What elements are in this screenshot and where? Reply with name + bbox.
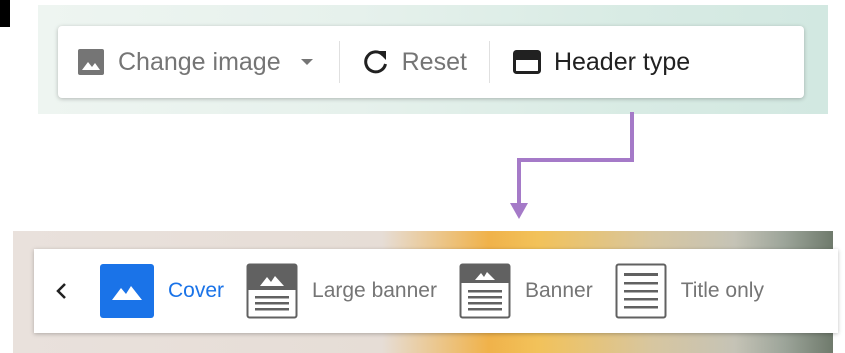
option-banner[interactable]: Banner — [459, 263, 593, 319]
option-label-cover: Cover — [168, 279, 225, 302]
option-cover[interactable]: Cover — [100, 264, 224, 318]
title-only-icon — [615, 263, 667, 319]
option-title-only[interactable]: Title only — [615, 263, 764, 319]
option-label-large-banner: Large banner — [312, 279, 437, 302]
chevron-left-icon — [56, 283, 66, 299]
large-banner-icon — [246, 263, 298, 319]
banner-icon — [459, 263, 511, 319]
option-label-title-only: Title only — [680, 279, 764, 302]
back-button[interactable] — [54, 281, 70, 301]
option-label-banner: Banner — [524, 279, 593, 302]
cover-icon — [100, 264, 154, 318]
option-large-banner[interactable]: Large banner — [246, 263, 437, 319]
header-type-picker: Cover Large banner Banner Title only — [34, 249, 838, 333]
